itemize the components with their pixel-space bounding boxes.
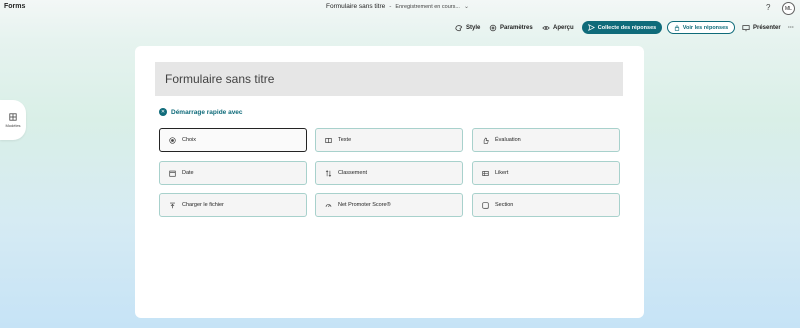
present-icon xyxy=(742,25,750,32)
document-title-area[interactable]: Formulaire sans titre - Enregistrement e… xyxy=(326,3,469,10)
document-title[interactable]: Formulaire sans titre xyxy=(326,3,385,10)
templates-label: Modèles xyxy=(5,122,21,128)
view-responses-label: Voir les réponses xyxy=(682,24,729,31)
eye-icon xyxy=(542,26,550,30)
nps-icon xyxy=(325,203,332,207)
option-label: Likert xyxy=(495,170,509,176)
help-icon[interactable]: ? xyxy=(766,3,770,12)
calendar-icon xyxy=(169,170,176,177)
option-nps[interactable]: Net Promoter Score® xyxy=(315,193,463,217)
option-rating[interactable]: Évaluation xyxy=(472,128,620,152)
close-circle-icon[interactable]: ✕ xyxy=(159,108,167,116)
collect-label: Collecte des réponses xyxy=(597,24,657,31)
radio-icon xyxy=(169,136,176,144)
option-label: Choix xyxy=(182,137,197,143)
chevron-down-icon[interactable]: ⌄ xyxy=(464,3,469,10)
option-text[interactable]: Texte xyxy=(315,128,463,152)
rating-icon xyxy=(483,137,489,144)
form-title-field[interactable]: Formulaire sans titre xyxy=(155,62,623,96)
more-options-icon[interactable]: ··· xyxy=(788,20,794,36)
quick-start-section[interactable]: ✕ Démarrage rapide avec xyxy=(159,108,243,116)
option-date[interactable]: Date xyxy=(159,161,307,185)
section-icon xyxy=(482,201,489,209)
style-label: Style xyxy=(466,25,481,31)
form-card: Formulaire sans titre ✕ Démarrage rapide… xyxy=(135,46,644,318)
option-ranking[interactable]: Classement xyxy=(315,161,463,185)
settings-label: Paramètres xyxy=(500,25,533,31)
option-label: Texte xyxy=(338,137,352,143)
app-name[interactable]: Forms xyxy=(4,3,25,10)
style-button[interactable]: Style xyxy=(455,20,480,36)
option-label: Charger le fichier xyxy=(182,202,224,208)
preview-button[interactable]: Aperçu xyxy=(542,20,574,36)
option-upload-file[interactable]: Charger le fichier xyxy=(159,193,307,217)
view-responses-button[interactable]: Voir les réponses xyxy=(667,21,735,34)
quick-start-label: Démarrage rapide avec xyxy=(171,108,243,116)
preview-label: Aperçu xyxy=(553,25,574,31)
present-button[interactable]: Présenter xyxy=(742,20,781,36)
option-choice[interactable]: Choix xyxy=(159,128,307,152)
more-label: ··· xyxy=(788,25,794,31)
option-label: Net Promoter Score® xyxy=(338,202,391,208)
gear-icon xyxy=(489,24,497,32)
option-likert[interactable]: Likert xyxy=(472,161,620,185)
send-icon xyxy=(587,24,595,31)
form-title[interactable]: Formulaire sans titre xyxy=(165,72,274,86)
collect-responses-button[interactable]: Collecte des réponses xyxy=(582,21,662,34)
settings-button[interactable]: Paramètres xyxy=(489,20,533,36)
upload-icon xyxy=(170,202,175,208)
templates-icon xyxy=(9,112,17,121)
option-label: Date xyxy=(182,170,194,176)
option-label: Évaluation xyxy=(495,137,521,143)
save-status: Enregistrement en cours... xyxy=(395,3,460,10)
text-icon xyxy=(325,137,332,143)
present-label: Présenter xyxy=(753,25,781,31)
lock-icon xyxy=(674,24,679,31)
top-bar: Forms Formulaire sans titre - Enregistre… xyxy=(0,0,800,16)
likert-icon xyxy=(482,170,489,176)
option-label: Section xyxy=(495,202,514,208)
title-separator: - xyxy=(389,3,392,10)
ranking-icon xyxy=(325,169,332,177)
avatar[interactable]: ML xyxy=(782,2,795,15)
option-label: Classement xyxy=(338,170,368,176)
templates-panel-button[interactable]: Modèles xyxy=(0,100,26,140)
palette-icon xyxy=(455,25,463,32)
option-section[interactable]: Section xyxy=(472,193,620,217)
